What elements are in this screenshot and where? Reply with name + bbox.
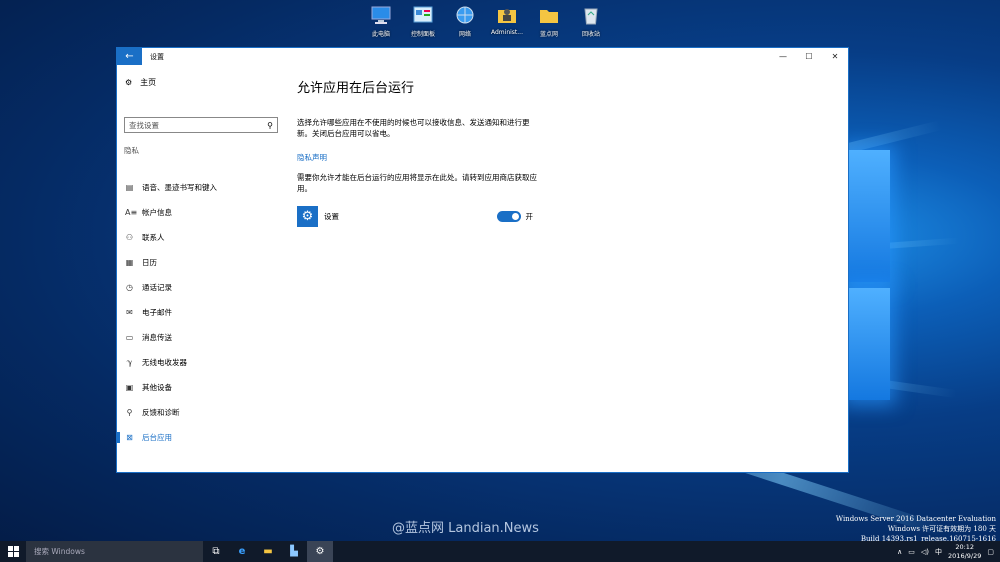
date: 2016/9/29 [948, 551, 982, 560]
home-label: 主页 [140, 78, 157, 87]
control-panel-icon [412, 4, 434, 26]
privacy-statement-link[interactable]: 隐私声明 [297, 152, 327, 163]
computer-icon [370, 4, 392, 26]
taskbar: 搜索 Windows ⧉ e ▬ ▙ ⚙ ∧ ▭ ◁) 中 20:12 2016… [0, 541, 1000, 562]
watermark: @蓝点网 Landian.News [392, 521, 539, 536]
sidebar-item-calendar[interactable]: ▦ 日历 [117, 250, 287, 275]
clock[interactable]: 20:12 2016/9/29 [948, 543, 981, 561]
taskbar-search[interactable]: 搜索 Windows [26, 541, 203, 562]
search-icon: ⚲ [267, 120, 273, 130]
toggle-label: 开 [525, 211, 534, 221]
settings-window: ← 设置 — ☐ ✕ ⚙ 主页 查找设置 ⚲ 隐私 ▤ 语音、墨迹书写和键入 A≡… [116, 47, 849, 473]
sidebar-item-account-info[interactable]: A≡ 帐户信息 [117, 200, 287, 225]
sidebar-item-other-devices[interactable]: ▣ 其他设备 [117, 375, 287, 400]
network-tray-icon[interactable]: ▭ [908, 548, 915, 556]
contacts-icon: ⚇ [125, 233, 134, 242]
windows-start-icon [7, 546, 19, 557]
sidebar-item-email[interactable]: ✉ 电子邮件 [117, 300, 287, 325]
title-bar: ← 设置 — ☐ ✕ [117, 48, 848, 65]
recycle-bin-icon [580, 4, 602, 26]
section-title: 隐私 [124, 146, 139, 155]
speech-icon: ▤ [125, 183, 134, 192]
task-view-icon: ⧉ [212, 546, 220, 557]
nav-list: ▤ 语音、墨迹书写和键入 A≡ 帐户信息 ⚇ 联系人 ▦ 日历 ◷ 通话记录 ✉ 电子邮件 … [117, 175, 287, 450]
background-apps-icon: ⊠ [126, 433, 133, 442]
page-title: 允许应用在后台运行 [297, 81, 415, 96]
close-button[interactable]: ✕ [822, 48, 848, 65]
home-link[interactable]: ⚙ 主页 [125, 77, 156, 88]
messaging-icon: ▭ [125, 333, 134, 342]
taskbar-settings[interactable]: ⚙ [307, 541, 333, 562]
description: 选择允许哪些应用在不使用的时候也可以接收信息、发送通知和进行更新。关闭后台应用可… [297, 118, 530, 138]
task-view-button[interactable]: ⧉ [203, 541, 229, 562]
settings-app-icon: ⚙ [297, 205, 318, 227]
call-history-icon: ◷ [126, 283, 133, 292]
feedback-icon: ⚲ [126, 408, 133, 417]
account-info-icon: A≡ [125, 208, 138, 217]
taskbar-search-placeholder: 搜索 Windows [34, 547, 85, 556]
sidebar-item-messaging[interactable]: ▭ 消息传送 [117, 325, 287, 350]
desktop-icons: 此电脑 控制面板 网络 Administ... 蓝点网 回收站 [362, 4, 610, 38]
back-arrow-icon: ← [125, 51, 134, 62]
taskbar-explorer[interactable]: ▬ [255, 541, 281, 562]
server-manager-icon: ▙ [290, 546, 298, 557]
edge-icon: e [238, 546, 246, 557]
desktop-icon-landian[interactable]: 蓝点网 [530, 4, 568, 38]
sidebar: ⚙ 主页 查找设置 ⚲ 隐私 ▤ 语音、墨迹书写和键入 A≡ 帐户信息 ⚇ 联系人 ▦… [117, 65, 287, 472]
sidebar-item-radios[interactable]: ℽ 无线电收发器 [117, 350, 287, 375]
sidebar-item-background-apps[interactable]: ⊠ 后台应用 [117, 425, 287, 450]
file-explorer-icon: ▬ [263, 546, 273, 557]
window-controls: — ☐ ✕ [770, 48, 848, 65]
sidebar-item-contacts[interactable]: ⚇ 联系人 [117, 225, 287, 250]
taskbar-server-manager[interactable]: ▙ [281, 541, 307, 562]
windows-logo-wallpaper [848, 150, 890, 400]
settings-gear-icon: ⚙ [315, 546, 325, 557]
desktop-icon-recycle-bin[interactable]: 回收站 [572, 4, 610, 38]
folder-icon [538, 4, 560, 26]
taskbar-edge[interactable]: e [229, 541, 255, 562]
gear-icon: ⚙ [125, 78, 133, 87]
user-folder-icon [496, 4, 518, 26]
app-name: 设置 [324, 211, 339, 221]
calendar-icon: ▦ [125, 258, 134, 267]
email-icon: ✉ [126, 308, 133, 317]
network-icon [454, 4, 476, 26]
minimize-button[interactable]: — [770, 48, 796, 65]
desktop-icon-administrator[interactable]: Administ... [488, 4, 526, 38]
app-row-settings: ⚙ 设置 开 [297, 205, 533, 227]
desktop-icon-this-pc[interactable]: 此电脑 [362, 4, 400, 38]
maximize-button[interactable]: ☐ [796, 48, 822, 65]
sidebar-item-feedback[interactable]: ⚲ 反馈和诊断 [117, 400, 287, 425]
time: 20:12 [955, 542, 975, 551]
ime-indicator[interactable]: 中 [935, 547, 942, 557]
search-placeholder: 查找设置 [129, 120, 159, 130]
up-chevron-icon[interactable]: ∧ [897, 548, 902, 556]
desktop-icon-control-panel[interactable]: 控制面板 [404, 4, 442, 38]
system-tray: ∧ ▭ ◁) 中 20:12 2016/9/29 ▢ [897, 543, 1000, 561]
main-content: 允许应用在后台运行 选择允许哪些应用在不使用的时候也可以接收信息、发送通知和进行… [297, 65, 848, 472]
description-2: 需要你允许才能在后台运行的应用将显示在此处。请转到应用商店获取应用。 [297, 173, 537, 193]
desktop-icon-network[interactable]: 网络 [446, 4, 484, 38]
sidebar-item-speech[interactable]: ▤ 语音、墨迹书写和键入 [117, 175, 287, 200]
search-field[interactable]: 查找设置 ⚲ [124, 117, 278, 133]
back-button[interactable]: ← [117, 48, 142, 65]
radio-icon: ℽ [126, 358, 133, 367]
notification-icon[interactable]: ▢ [987, 548, 994, 556]
sidebar-item-call-history[interactable]: ◷ 通话记录 [117, 275, 287, 300]
volume-icon[interactable]: ◁) [921, 548, 929, 556]
build-info: Windows Server 2016 Datacenter Evaluatio… [835, 515, 996, 543]
window-title: 设置 [150, 52, 164, 61]
background-toggle[interactable] [496, 210, 521, 222]
start-button[interactable] [0, 541, 26, 562]
devices-icon: ▣ [125, 383, 134, 392]
